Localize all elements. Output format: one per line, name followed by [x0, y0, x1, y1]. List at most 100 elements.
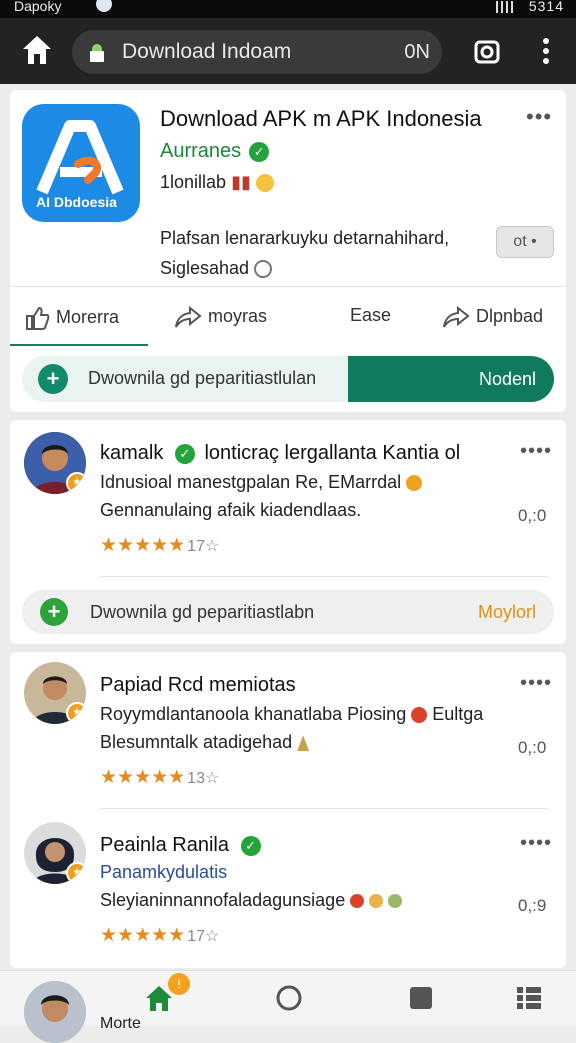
download-bar-text: Dwownila gd peparitiastlulan — [88, 368, 317, 388]
clock: 5314 — [528, 0, 564, 14]
tab-share[interactable]: moyras — [174, 305, 267, 329]
verified-icon: ✓ — [240, 835, 261, 856]
download-card: + Dwownila gd peparitiastlulan Nodenl — [10, 346, 566, 412]
star-rating: ★★★★★ 17☆ — [100, 924, 219, 947]
bar-emoji-icon: ▮▮ — [231, 172, 251, 192]
divider — [100, 808, 548, 809]
review-author: Peainla Ranila ✓ — [100, 834, 261, 857]
plus-icon: + — [38, 364, 68, 394]
star-rating: ★★★★★ 13☆ — [100, 766, 219, 789]
status-bar: Dapoky 5314 — [0, 0, 576, 18]
star-rating: ★★★★★ 17☆ — [100, 534, 219, 557]
review-author-name: kamalk — [100, 442, 164, 464]
app-chip-label: ot — [513, 233, 527, 250]
download-button[interactable]: Nodenl — [348, 356, 554, 402]
more-vert-icon[interactable] — [536, 36, 556, 66]
carrier-label: Dapoky — [14, 0, 62, 14]
nav-grid-icon[interactable] — [514, 983, 544, 1013]
divider — [100, 576, 548, 577]
tab-like[interactable]: Morerra — [24, 305, 119, 331]
action-tabs: Morerra moyras Ease Dlpnbad — [10, 286, 566, 347]
review-line2-text: Blesumntalk atadigehad — [100, 732, 293, 752]
person-avatar-icon — [24, 981, 86, 1043]
browser-toolbar: Download Indoam 0N — [0, 18, 576, 84]
tab-download[interactable]: Dlpnbad — [442, 305, 543, 329]
review-line1-text: Royymdlantanoola khanatlaba Piosing — [100, 704, 407, 724]
review-line1: Panamkydulatis — [100, 862, 228, 882]
chip-dot-icon: • — [526, 233, 537, 250]
star-rating-stars: ★★★★★ — [100, 925, 186, 946]
app-meta: 1lonillab ▮▮ — [160, 172, 274, 193]
bottom-nav: Morte ! — [0, 970, 576, 1043]
thumbs-up-icon — [26, 306, 50, 330]
review-line1: Idnusioal manestgpalan Re, EMarrdal — [100, 472, 423, 493]
review-more-icon[interactable]: •••• — [520, 440, 552, 463]
app-chip[interactable]: ot • — [496, 226, 554, 258]
app-description-line2: Siglesahad — [160, 258, 273, 279]
review-line2: Sleyianinnannofaladagunsiage — [100, 890, 403, 911]
review-more-icon[interactable]: •••• — [520, 672, 552, 695]
app-card: AI Dbdoesia Download APK m APK Indonesia… — [10, 90, 566, 347]
nav-square-icon[interactable] — [406, 983, 436, 1013]
review-line2: Gennanulaing afaik kiadendlaas. — [100, 500, 362, 520]
star-rating-stars: ★★★★★ — [100, 767, 186, 788]
tab-ease[interactable]: Ease — [350, 305, 391, 326]
review-more-icon[interactable]: •••• — [520, 832, 552, 855]
review-author: kamalk ✓ lonticraç lergallanta Kantia ol — [100, 442, 460, 465]
home-icon[interactable] — [20, 32, 54, 68]
review-line2-text: Sleyianinnannofaladagunsiage — [100, 890, 346, 910]
app-more-icon[interactable]: ••• — [526, 104, 552, 130]
face-emoji-icon — [254, 260, 273, 279]
forward-arrow-icon — [443, 305, 470, 328]
review-author-name: Papiad Rcd memiotas — [100, 674, 296, 696]
review-time: 0,:0 — [518, 506, 547, 525]
app-icon[interactable]: AI Dbdoesia — [22, 104, 140, 222]
profile-label: Morte — [100, 1015, 141, 1032]
emoji-icon — [350, 894, 365, 909]
rating-count: 17☆ — [187, 928, 220, 945]
avatar[interactable]: ★ — [24, 432, 86, 494]
emoji-icon — [369, 894, 384, 909]
emoji-icon — [406, 475, 423, 492]
reviews-card-1: ★ kamalk ✓ lonticraç lergallanta Kantia … — [10, 420, 566, 644]
review-time: 0,:9 — [518, 896, 547, 915]
review-line1-suffix: Eultga — [432, 704, 484, 724]
avatar[interactable]: ★ — [24, 822, 86, 884]
download-bar-secondary[interactable]: + Dwownila gd peparitiastlabn Moylorl — [22, 590, 554, 634]
signal-icon — [495, 1, 518, 14]
address-bar[interactable]: Download Indoam 0N — [72, 30, 442, 74]
url-text: Download Indoam — [122, 40, 292, 63]
rating-count: 17☆ — [187, 538, 220, 555]
app-title: Download APK m APK Indonesia — [160, 106, 482, 131]
app-description-line1: Plafsan lenararkuyku detarnahihard, — [160, 228, 450, 248]
share-arrow-icon — [175, 305, 202, 328]
avatar-badge-icon: ★ — [66, 862, 86, 884]
avatar[interactable]: ★ — [24, 662, 86, 724]
download-secondary-button[interactable]: Moylorl — [478, 602, 536, 623]
star-rating-stars: ★★★★★ — [100, 535, 186, 556]
emoji-icon — [297, 735, 310, 752]
tab-like-label: Morerra — [56, 306, 120, 327]
app-developer[interactable]: Aurranes ✓ — [160, 140, 270, 163]
tab-ease-label: Ease — [350, 305, 392, 325]
avatar-badge-icon: ★ — [66, 702, 86, 724]
nav-circle-icon[interactable] — [274, 983, 304, 1013]
download-bar[interactable]: + Dwownila gd peparitiastlulan Nodenl — [22, 356, 554, 402]
rating-count: 13☆ — [187, 770, 220, 787]
site-icon — [90, 44, 104, 62]
tab-download-label: Dlpnbad — [476, 305, 544, 326]
toggle-label[interactable]: 0N — [404, 41, 430, 64]
tab-share-label: moyras — [208, 305, 268, 326]
camera-icon[interactable] — [474, 38, 500, 64]
emoji-icon — [411, 707, 428, 724]
review-line1-text: Idnusioal manestgpalan Re, EMarrdal — [100, 472, 402, 492]
review-author-name: Peainla Ranila — [100, 834, 229, 856]
avatar-badge-icon: ★ — [66, 472, 86, 494]
notification-icon — [96, 0, 112, 12]
profile-avatar[interactable] — [24, 981, 86, 1043]
download-bar-secondary-text: Dwownila gd peparitiastlabn — [90, 602, 315, 622]
status-right: 5314 — [490, 0, 564, 14]
review-author-suffix: lonticraç lergallanta Kantia ol — [204, 442, 461, 464]
developer-name: Aurranes — [160, 140, 242, 162]
app-icon-label: AI Dbdoesia — [36, 194, 117, 210]
